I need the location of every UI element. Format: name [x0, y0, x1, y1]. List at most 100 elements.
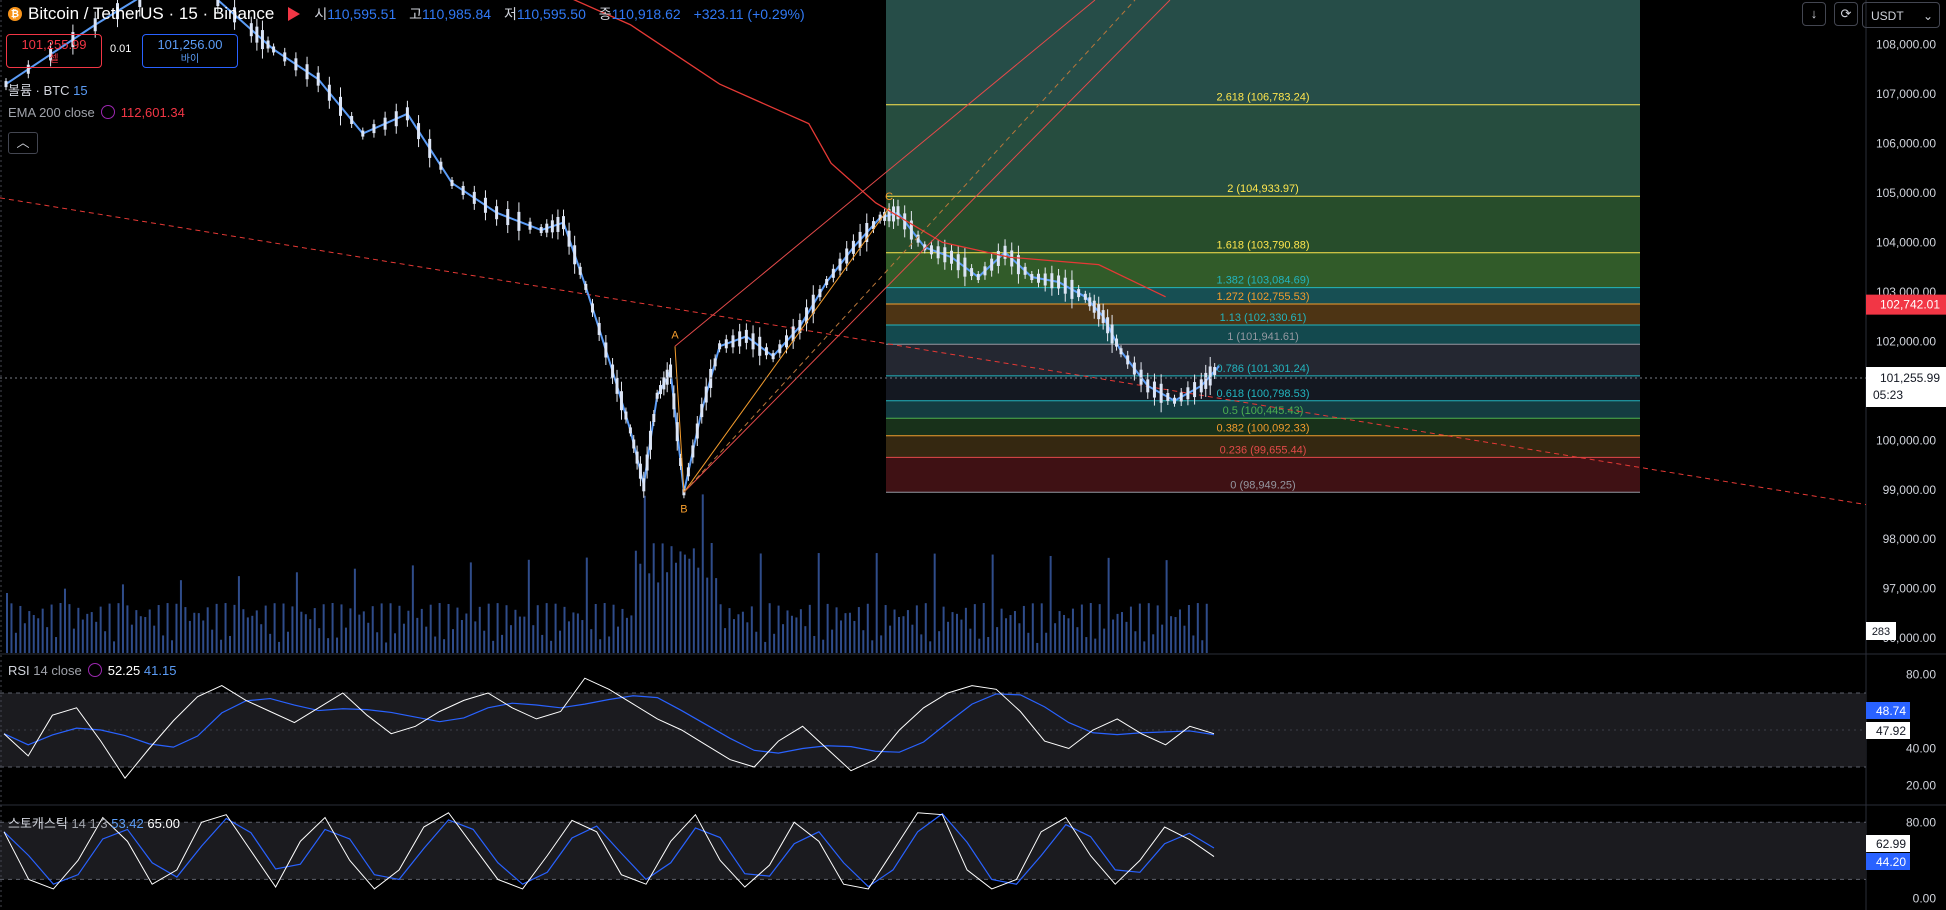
camera-icon[interactable]: ⟳ [1834, 2, 1858, 26]
candle-body [1043, 273, 1047, 286]
volume-bar [835, 607, 838, 653]
price-tick-label: 97,000.00 [1883, 582, 1937, 596]
candle-body [266, 40, 270, 49]
candle-body [632, 439, 636, 449]
candle-body [272, 46, 276, 53]
buy-button[interactable]: 101,256.00 바이 [142, 34, 238, 68]
volume-bar [349, 608, 352, 653]
volume-bar [1031, 603, 1034, 653]
arrow-down-icon[interactable]: ↓ [1802, 2, 1826, 26]
volume-bar [50, 604, 53, 653]
flag-icon[interactable] [288, 7, 301, 21]
candle-body [1070, 279, 1074, 299]
candle-body [573, 245, 577, 265]
volume-bar [1009, 615, 1012, 653]
stoch-label: 스토캐스틱 [8, 816, 68, 831]
volume-bar [322, 604, 325, 653]
candle-body [936, 246, 940, 259]
stochastic-legend[interactable]: 스토캐스틱 14 1 3 53.42 65.00 [8, 813, 180, 832]
volume-bar [104, 631, 107, 653]
symbol-title[interactable]: Bitcoin / TetherUS · 15 · Binance [28, 4, 274, 24]
volume-bar [1125, 621, 1128, 653]
volume-tag-label: 283 [1872, 626, 1890, 638]
volume-bar [411, 565, 414, 653]
volume-bar [670, 546, 673, 653]
volume-bar [590, 629, 593, 653]
volume-bar [1165, 560, 1168, 653]
low-value: 110,595.50 [516, 6, 586, 22]
volume-bar [394, 633, 397, 653]
volume-bar [594, 603, 597, 653]
sell-button[interactable]: 101,255.99 셀 [6, 34, 102, 68]
candle-body [1159, 383, 1163, 403]
volume-bar [273, 603, 276, 653]
volume-bar [666, 572, 669, 653]
volume-bar [1205, 603, 1208, 653]
volume-bar [617, 626, 620, 653]
volume-bar [376, 632, 379, 653]
candle-body [394, 111, 398, 127]
volume-bar [621, 608, 624, 653]
candle-body [283, 52, 287, 62]
volume-bar [978, 638, 981, 653]
volume-bar [541, 634, 544, 653]
candle-body [916, 234, 920, 243]
volume-bar [478, 606, 481, 653]
stoch-params: 14 1 3 [71, 816, 108, 831]
volume-bar [987, 637, 990, 653]
price-tick-label: 105,000.00 [1876, 186, 1936, 200]
volume-bar [483, 630, 486, 653]
volume-bar [59, 603, 62, 653]
volume-bar [657, 582, 660, 653]
candle-body [655, 392, 659, 399]
volume-bar [144, 617, 147, 653]
volume-bar [1071, 608, 1074, 653]
candle-body [1023, 266, 1027, 275]
volume-bar [171, 640, 174, 653]
volume-bar [875, 553, 878, 653]
refresh-icon[interactable] [87, 663, 102, 677]
candle-body [1010, 250, 1014, 267]
volume-bar [545, 603, 548, 653]
eye-icon[interactable] [100, 105, 115, 119]
candle-body [372, 124, 376, 134]
ohlc-values: 시110,595.51 고110,985.84 저110,595.50 종110… [314, 4, 804, 24]
ema-legend[interactable]: EMA 200 close 112,601.34 [8, 105, 185, 120]
volume-bar [398, 605, 401, 653]
volume-bar [625, 617, 628, 653]
volume-bar [291, 606, 294, 653]
volume-bar [389, 603, 392, 653]
candle-body [584, 283, 588, 290]
candle-body [405, 107, 409, 121]
price-chart[interactable]: 2.618 (106,783.24) 2 (104,933.97) 1.618 (1… [0, 0, 1946, 910]
volume-bar [764, 641, 767, 653]
volume-bar [153, 625, 156, 653]
candle-body [983, 266, 987, 276]
candle-body [1146, 379, 1150, 393]
candle-body [771, 353, 775, 360]
candle-body [539, 227, 543, 234]
volume-bar [782, 624, 785, 653]
rsi-legend[interactable]: RSI 14 close 52.25 41.15 [8, 663, 176, 678]
candle-body [1126, 355, 1130, 365]
volume-bar [452, 629, 454, 653]
candle-body [758, 336, 762, 356]
stoch-d-value: 65.00 [147, 816, 180, 831]
volume-legend[interactable]: 볼륨 · BTC 15 [8, 80, 88, 99]
currency-select[interactable]: USDT ⌄ [1862, 2, 1940, 28]
volume-bar [1134, 631, 1137, 653]
candle-body [1101, 310, 1105, 324]
order-quantity[interactable]: 0.01 [110, 43, 131, 55]
volume-bar [518, 616, 521, 653]
volume-bar [831, 629, 834, 653]
volume-bar [1049, 555, 1052, 653]
chevron-up-icon[interactable]: ︿ [8, 132, 38, 154]
volume-bar [710, 543, 713, 653]
volume-bar [425, 626, 428, 653]
volume-bar [362, 611, 365, 653]
candle-body [439, 161, 443, 170]
volume-bar [786, 610, 789, 653]
candle-body [825, 278, 829, 285]
volume-bar [260, 624, 263, 653]
volume-bar [460, 620, 463, 653]
